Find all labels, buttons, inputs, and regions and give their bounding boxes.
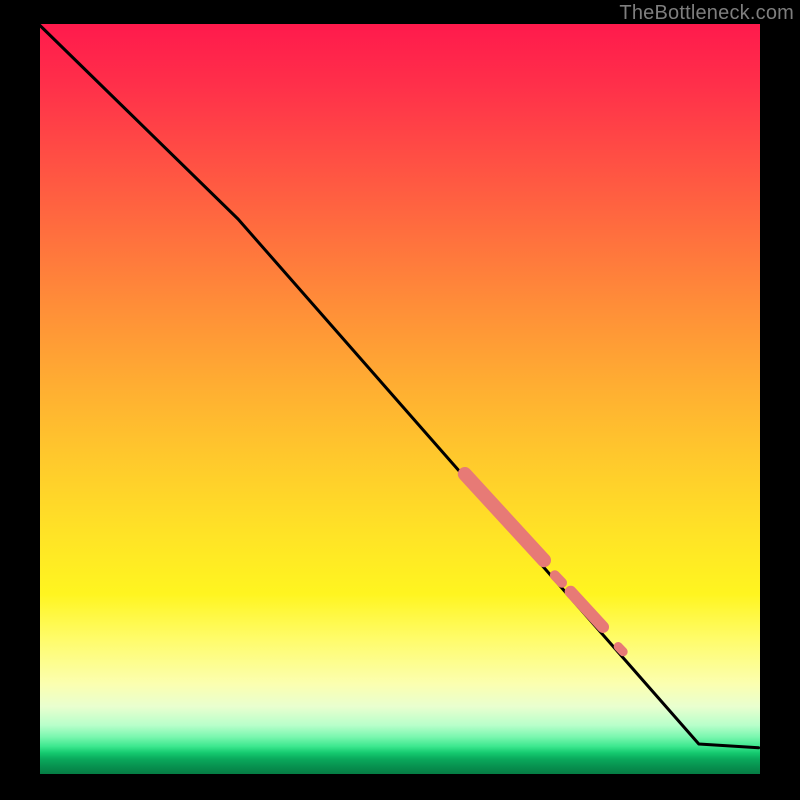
watermark-text: TheBottleneck.com	[619, 2, 794, 25]
gradient-plot-area	[40, 24, 760, 774]
chart-stage: TheBottleneck.com	[0, 0, 800, 800]
